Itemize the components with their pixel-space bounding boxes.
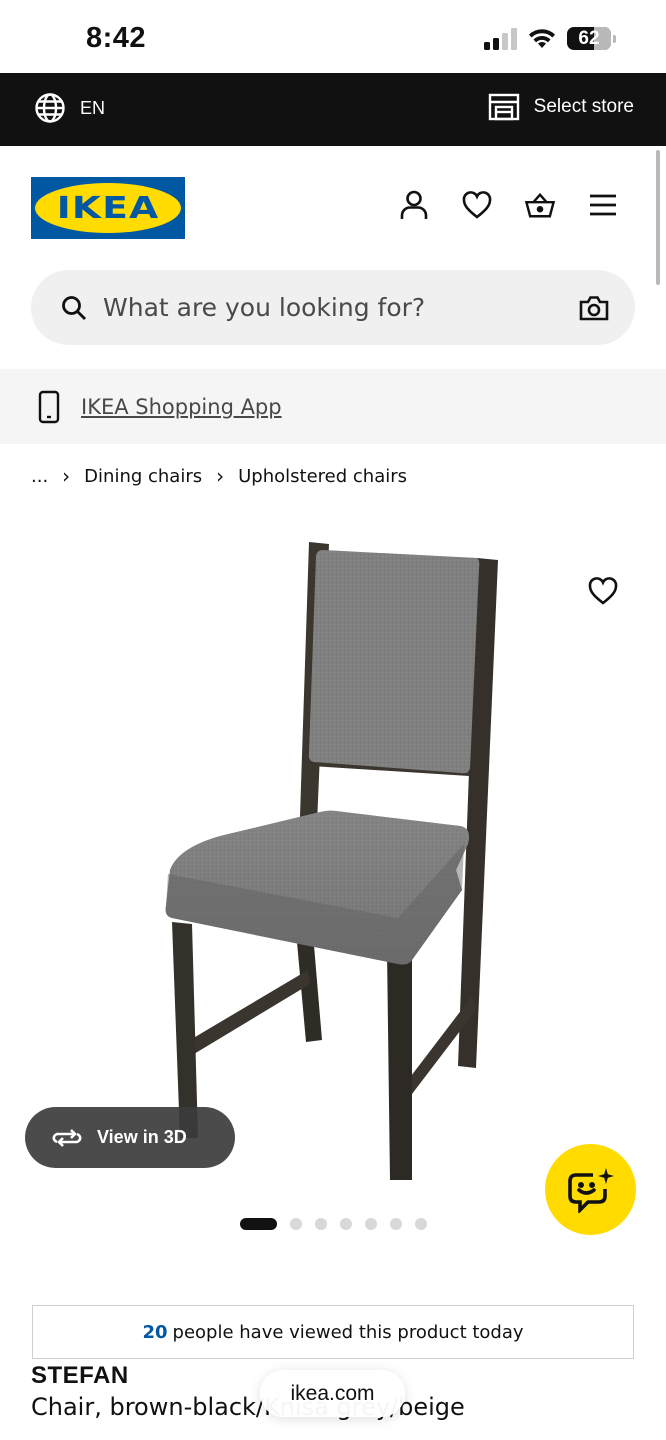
shopping-bag-icon [525, 192, 555, 218]
gallery-dot[interactable] [365, 1218, 377, 1230]
gallery-dot[interactable] [340, 1218, 352, 1230]
breadcrumb-ellipsis[interactable]: ... [31, 466, 48, 487]
select-store-label: Select store [533, 96, 634, 117]
view-in-3d-button[interactable]: View in 3D [25, 1107, 235, 1168]
heart-icon [588, 577, 618, 605]
rotate-3d-icon [52, 1128, 82, 1147]
store-icon [488, 93, 519, 121]
camera-icon[interactable] [579, 295, 609, 321]
battery-icon: 62 [567, 27, 611, 50]
account-button[interactable] [399, 190, 429, 220]
heart-icon [462, 191, 492, 219]
breadcrumb-item[interactable]: Dining chairs [84, 466, 202, 487]
breadcrumb: ... › Dining chairs › Upholstered chairs [31, 464, 407, 488]
header-actions [399, 190, 618, 220]
view-in-3d-label: View in 3D [97, 1127, 187, 1147]
breadcrumb-item[interactable]: Upholstered chairs [238, 466, 407, 487]
status-time: 8:42 [86, 22, 147, 54]
status-bar: 8:42 62 [0, 0, 666, 73]
gallery-dot[interactable] [240, 1218, 277, 1230]
phone-icon [38, 390, 60, 423]
browser-url: ikea.com [290, 1381, 375, 1405]
language-label: EN [80, 97, 106, 118]
globe-icon [35, 93, 65, 123]
cart-button[interactable] [525, 190, 555, 220]
browser-url-pill[interactable]: ikea.com [260, 1370, 405, 1417]
add-to-favourites-button[interactable] [586, 574, 620, 608]
product-views-notice: 20 people have viewed this product today [32, 1305, 634, 1359]
page-scrollbar[interactable] [656, 150, 660, 285]
gallery-pagination [240, 1218, 427, 1230]
top-bar: EN Select store [0, 73, 666, 146]
app-banner: IKEA Shopping App [0, 369, 666, 444]
search-bar[interactable] [31, 270, 635, 345]
product-name: STEFAN [31, 1362, 129, 1389]
gallery-dot[interactable] [390, 1218, 402, 1230]
search-input[interactable] [103, 293, 579, 322]
chevron-right-icon: › [62, 464, 71, 488]
shopping-app-link[interactable]: IKEA Shopping App [81, 395, 282, 419]
ikea-logo[interactable]: IKEA [31, 177, 185, 239]
views-count: 20 [142, 1321, 168, 1343]
gallery-dot[interactable] [290, 1218, 302, 1230]
status-icons: 62 [484, 27, 616, 50]
logo-text: IKEA [56, 190, 160, 226]
language-selector[interactable]: EN [34, 92, 105, 124]
menu-button[interactable] [588, 190, 618, 220]
user-icon [400, 190, 428, 219]
select-store-button[interactable]: Select store [488, 93, 634, 121]
cellular-signal-icon [484, 27, 517, 50]
assistant-chat-button[interactable] [545, 1144, 636, 1235]
views-text: people have viewed this product today [172, 1321, 524, 1343]
product-image[interactable] [150, 540, 510, 1190]
chat-sparkle-icon [567, 1167, 614, 1213]
hamburger-menu-icon [590, 194, 616, 216]
chevron-right-icon: › [216, 464, 225, 488]
gallery-dot[interactable] [415, 1218, 427, 1230]
battery-level: 62 [578, 27, 600, 49]
search-icon [62, 295, 86, 320]
favourites-button[interactable] [462, 190, 492, 220]
wifi-icon [529, 28, 555, 48]
gallery-dot[interactable] [315, 1218, 327, 1230]
